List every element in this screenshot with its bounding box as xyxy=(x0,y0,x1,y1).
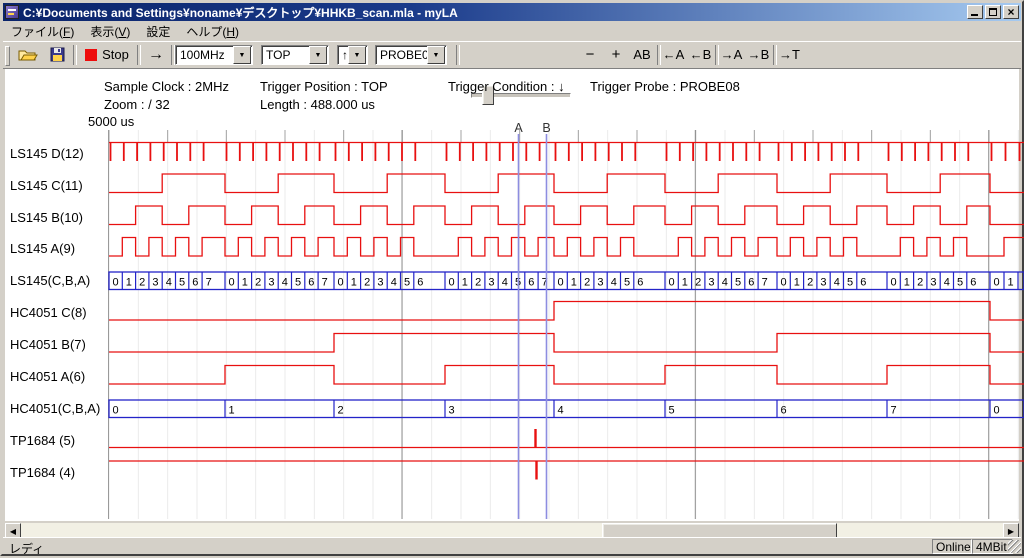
svg-text:4: 4 xyxy=(558,405,564,417)
svg-text:2: 2 xyxy=(139,277,145,289)
svg-text:2: 2 xyxy=(338,405,344,417)
svg-text:0: 0 xyxy=(113,405,119,417)
svg-text:3: 3 xyxy=(930,277,936,289)
svg-text:1: 1 xyxy=(904,277,910,289)
svg-text:3: 3 xyxy=(377,277,383,289)
info-trigger-probe: Trigger Probe : PROBE08 xyxy=(590,79,740,94)
svg-text:5: 5 xyxy=(957,277,963,289)
svg-text:5: 5 xyxy=(669,405,675,417)
svg-text:7: 7 xyxy=(762,277,768,289)
channel-label: LS145 C(11) xyxy=(10,178,83,193)
svg-text:5: 5 xyxy=(179,277,185,289)
svg-text:6: 6 xyxy=(637,277,643,289)
channel-label: LS145(C,B,A) xyxy=(10,273,90,288)
channel-label: HC4051 B(7) xyxy=(10,337,86,352)
svg-text:7: 7 xyxy=(206,277,212,289)
svg-text:2: 2 xyxy=(917,277,923,289)
info-zoom: Zoom : / 32 xyxy=(104,97,170,112)
svg-text:0: 0 xyxy=(994,277,1000,289)
svg-text:2: 2 xyxy=(255,277,261,289)
info-trigger-position: Trigger Position : TOP xyxy=(260,79,388,94)
svg-text:7: 7 xyxy=(891,405,897,417)
svg-text:0: 0 xyxy=(449,277,455,289)
channel-label: LS145 D(12) xyxy=(10,146,84,161)
svg-text:4: 4 xyxy=(722,277,728,289)
svg-text:1: 1 xyxy=(682,277,688,289)
info-trigger-condition: Trigger Condition : ↓ xyxy=(448,79,565,94)
svg-text:6: 6 xyxy=(192,277,198,289)
info-length: Length : 488.000 us xyxy=(260,97,375,112)
svg-text:1: 1 xyxy=(462,277,468,289)
channel-label: HC4051 C(8) xyxy=(10,305,87,320)
svg-text:3: 3 xyxy=(708,277,714,289)
svg-text:A: A xyxy=(514,121,523,135)
svg-text:4: 4 xyxy=(282,277,288,289)
svg-text:4: 4 xyxy=(944,277,950,289)
channel-label: LS145 B(10) xyxy=(10,210,83,225)
svg-text:6: 6 xyxy=(417,277,423,289)
svg-text:0: 0 xyxy=(229,277,235,289)
svg-text:4: 4 xyxy=(166,277,172,289)
svg-text:0: 0 xyxy=(558,277,564,289)
channel-label: HC4051(C,B,A) xyxy=(10,401,100,416)
info-sample-clock: Sample Clock : 2MHz xyxy=(104,79,229,94)
svg-text:3: 3 xyxy=(268,277,274,289)
svg-text:0: 0 xyxy=(891,277,897,289)
svg-text:6: 6 xyxy=(781,405,787,417)
svg-text:1: 1 xyxy=(126,277,132,289)
svg-text:1: 1 xyxy=(351,277,357,289)
ruler-scale-label: 5000 us xyxy=(88,114,134,129)
svg-text:1: 1 xyxy=(571,277,577,289)
svg-text:1: 1 xyxy=(242,277,248,289)
svg-text:4: 4 xyxy=(391,277,397,289)
svg-text:0: 0 xyxy=(669,277,675,289)
svg-text:0: 0 xyxy=(113,277,119,289)
svg-text:5: 5 xyxy=(624,277,630,289)
svg-text:5: 5 xyxy=(847,277,853,289)
svg-text:2: 2 xyxy=(364,277,370,289)
svg-text:0: 0 xyxy=(994,405,1000,417)
svg-text:6: 6 xyxy=(970,277,976,289)
mylа-window: { "window": { "title": "C:¥Documents and… xyxy=(0,0,1024,556)
svg-text:5: 5 xyxy=(295,277,301,289)
svg-text:B: B xyxy=(542,121,550,135)
svg-text:1: 1 xyxy=(229,405,235,417)
svg-text:0: 0 xyxy=(338,277,344,289)
svg-text:2: 2 xyxy=(807,277,813,289)
svg-text:3: 3 xyxy=(488,277,494,289)
svg-text:3: 3 xyxy=(820,277,826,289)
svg-text:6: 6 xyxy=(748,277,754,289)
channel-label: TP1684 (4) xyxy=(10,465,75,480)
svg-text:6: 6 xyxy=(308,277,314,289)
svg-text:4: 4 xyxy=(502,277,508,289)
channel-label: TP1684 (5) xyxy=(10,433,75,448)
svg-text:5: 5 xyxy=(735,277,741,289)
svg-text:2: 2 xyxy=(584,277,590,289)
svg-text:7: 7 xyxy=(322,277,328,289)
channel-label: LS145 A(9) xyxy=(10,241,75,256)
svg-text:3: 3 xyxy=(449,405,455,417)
svg-text:1: 1 xyxy=(1008,277,1014,289)
svg-text:2: 2 xyxy=(475,277,481,289)
svg-text:3: 3 xyxy=(152,277,158,289)
svg-text:3: 3 xyxy=(597,277,603,289)
svg-text:4: 4 xyxy=(611,277,617,289)
svg-text:5: 5 xyxy=(404,277,410,289)
svg-text:2: 2 xyxy=(695,277,701,289)
svg-text:6: 6 xyxy=(860,277,866,289)
channel-label: HC4051 A(6) xyxy=(10,369,85,384)
svg-text:6: 6 xyxy=(528,277,534,289)
svg-text:4: 4 xyxy=(834,277,840,289)
svg-text:0: 0 xyxy=(781,277,787,289)
svg-text:1: 1 xyxy=(794,277,800,289)
